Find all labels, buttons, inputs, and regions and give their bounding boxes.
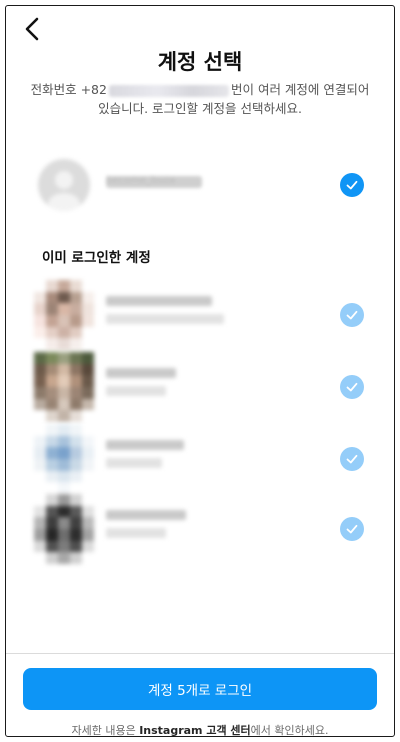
description-line2: 있습니다. 로그인할 계정을 선택하세요.: [98, 101, 302, 116]
account-check-toggle[interactable]: [340, 173, 364, 197]
section-label: 이미 로그인한 계정: [42, 250, 151, 266]
description-text: 전화번호 +82 번이 여러 계정에 연결되어 있습니다. 로그인할 계정을 선택…: [30, 80, 370, 118]
account-detail-redacted: [106, 314, 224, 324]
checkmark-icon: [346, 524, 358, 534]
help-suffix: 에서 확인하세요.: [250, 724, 329, 737]
default-avatar-icon: [38, 159, 90, 211]
help-text: 자세한 내용은 Instagram 고객 센터에서 확인하세요.: [6, 722, 394, 737]
checkmark-icon: [346, 382, 358, 392]
primary-account-row[interactable]: become_buza: [6, 154, 394, 216]
footer-divider: [6, 653, 394, 654]
account-username: become_buza: [106, 175, 202, 188]
account-detail-redacted: [106, 458, 162, 468]
logged-in-account-row[interactable]: [6, 280, 394, 350]
help-center-link[interactable]: Instagram 고객 센터: [139, 724, 250, 736]
back-button[interactable]: [20, 16, 46, 42]
account-avatar: [34, 494, 94, 564]
checkmark-icon: [346, 310, 358, 320]
checkmark-icon: [346, 454, 358, 464]
logged-in-account-row[interactable]: [6, 494, 394, 564]
checkmark-icon: [346, 180, 358, 190]
description-prefix: 전화번호 +82: [30, 82, 107, 97]
account-detail-redacted: [106, 386, 166, 396]
account-avatar: [34, 352, 94, 422]
chevron-left-icon: [25, 17, 39, 41]
account-detail-redacted: [106, 528, 166, 538]
login-button[interactable]: 계정 5개로 로그인: [23, 668, 377, 710]
page-title: 계정 선택: [157, 50, 243, 74]
account-avatar: [34, 280, 94, 350]
account-name-redacted: [106, 510, 186, 520]
account-name-redacted: [106, 440, 184, 450]
help-prefix: 자세한 내용은: [71, 724, 140, 737]
account-name-redacted: [106, 368, 176, 378]
logged-in-account-row[interactable]: [6, 424, 394, 494]
description-suffix: 번이 여러 계정에 연결되어: [230, 82, 370, 97]
logged-in-account-row[interactable]: [6, 352, 394, 422]
account-avatar: [34, 424, 94, 494]
account-check-toggle[interactable]: [340, 517, 364, 541]
account-check-toggle[interactable]: [340, 303, 364, 327]
account-check-toggle[interactable]: [340, 375, 364, 399]
account-check-toggle[interactable]: [340, 447, 364, 471]
redacted-phone-number: [108, 84, 229, 97]
screen-frame: 계정 선택 전화번호 +82 번이 여러 계정에 연결되어 있습니다. 로그인할 …: [5, 5, 395, 737]
account-name-redacted: [106, 296, 212, 306]
